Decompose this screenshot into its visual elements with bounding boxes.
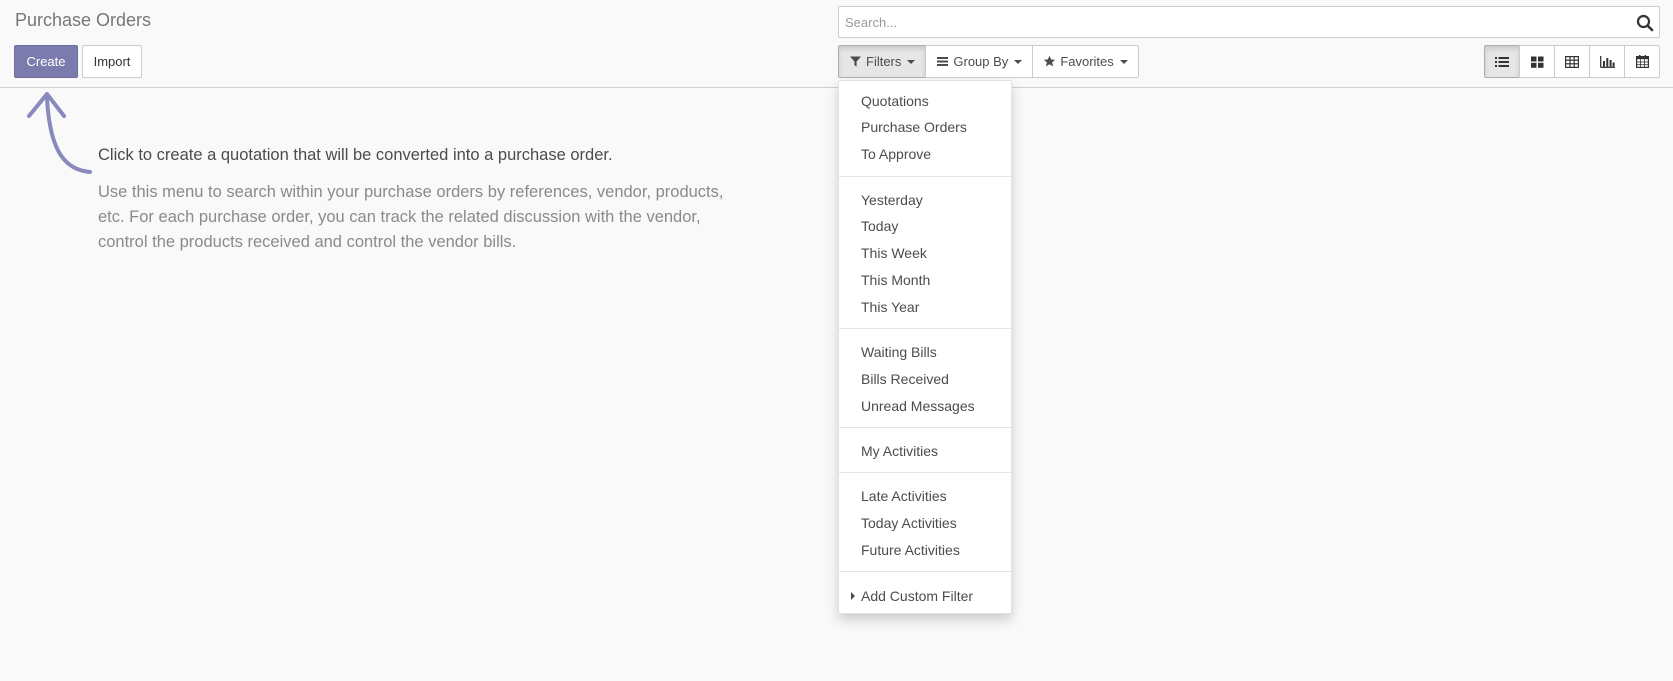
page-title: Purchase Orders: [15, 10, 152, 30]
bar-chart-icon: [1599, 55, 1615, 68]
list-view-button[interactable]: [1484, 45, 1520, 78]
kanban-view-button[interactable]: [1519, 45, 1555, 78]
filter-item-yesterday[interactable]: Yesterday: [839, 189, 1011, 211]
filter-icon: [850, 56, 861, 67]
filter-item-this-year[interactable]: This Year: [839, 296, 1011, 318]
filter-item-today-activities[interactable]: Today Activities: [839, 512, 1011, 534]
graph-view-button[interactable]: [1589, 45, 1625, 78]
filters-dropdown: Quotations Purchase Orders To Approve Ye…: [838, 80, 1012, 614]
dropdown-divider: [839, 571, 1011, 572]
filter-item-future-activities[interactable]: Future Activities: [839, 539, 1011, 561]
filter-item-to-approve[interactable]: To Approve: [839, 143, 1011, 165]
group-by-label: Group By: [953, 54, 1009, 69]
chevron-down-icon: [907, 59, 916, 64]
filter-item-this-week[interactable]: This Week: [839, 242, 1011, 264]
search-options: Filters Group By Favorites: [838, 45, 1139, 78]
filters-button[interactable]: Filters: [838, 45, 927, 78]
dropdown-divider: [839, 328, 1011, 329]
table-icon: [1565, 55, 1579, 68]
search-box: [838, 6, 1660, 38]
filter-item-waiting-bills[interactable]: Waiting Bills: [839, 341, 1011, 363]
chevron-down-icon: [1119, 59, 1128, 64]
calendar-view-button[interactable]: [1624, 45, 1660, 78]
dropdown-divider: [839, 176, 1011, 177]
caret-right-icon: [851, 592, 855, 600]
filter-item-my-activities[interactable]: My Activities: [839, 440, 1011, 462]
filter-item-this-month[interactable]: This Month: [839, 269, 1011, 291]
pivot-view-button[interactable]: [1554, 45, 1590, 78]
chevron-down-icon: [1014, 59, 1023, 64]
filters-label: Filters: [866, 54, 902, 69]
filter-item-purchase-orders[interactable]: Purchase Orders: [839, 116, 1011, 138]
filter-item-quotations[interactable]: Quotations: [839, 90, 1011, 112]
filter-item-bills-received[interactable]: Bills Received: [839, 368, 1011, 390]
dropdown-divider: [839, 427, 1011, 428]
help-description: Use this menu to search within your purc…: [98, 183, 724, 251]
create-button[interactable]: Create: [14, 45, 78, 78]
filter-item-unread-messages[interactable]: Unread Messages: [839, 395, 1011, 417]
search-icon[interactable]: [1635, 13, 1655, 33]
filter-item-today[interactable]: Today: [839, 215, 1011, 237]
favorites-label: Favorites: [1060, 54, 1114, 69]
list-bars-icon: [937, 57, 949, 66]
search-input[interactable]: [839, 7, 1629, 37]
calendar-icon: [1635, 55, 1649, 68]
kanban-view-icon: [1530, 56, 1543, 68]
help-title: Click to create a quotation that will be…: [98, 146, 613, 164]
add-custom-filter-label: Add Custom Filter: [861, 588, 974, 604]
add-custom-filter-toggle[interactable]: Add Custom Filter: [839, 585, 1011, 607]
view-switcher: [1484, 45, 1660, 78]
favorites-button[interactable]: Favorites: [1032, 45, 1139, 78]
star-icon: [1044, 55, 1056, 67]
filter-item-late-activities[interactable]: Late Activities: [839, 485, 1011, 507]
help-arrow-icon: [27, 92, 92, 174]
group-by-button[interactable]: Group By: [925, 45, 1034, 78]
dropdown-divider: [839, 472, 1011, 473]
control-panel: Purchase Orders Create Import Filters Gr…: [0, 0, 1673, 88]
list-view-icon: [1495, 56, 1509, 67]
import-button[interactable]: Import: [82, 45, 142, 78]
